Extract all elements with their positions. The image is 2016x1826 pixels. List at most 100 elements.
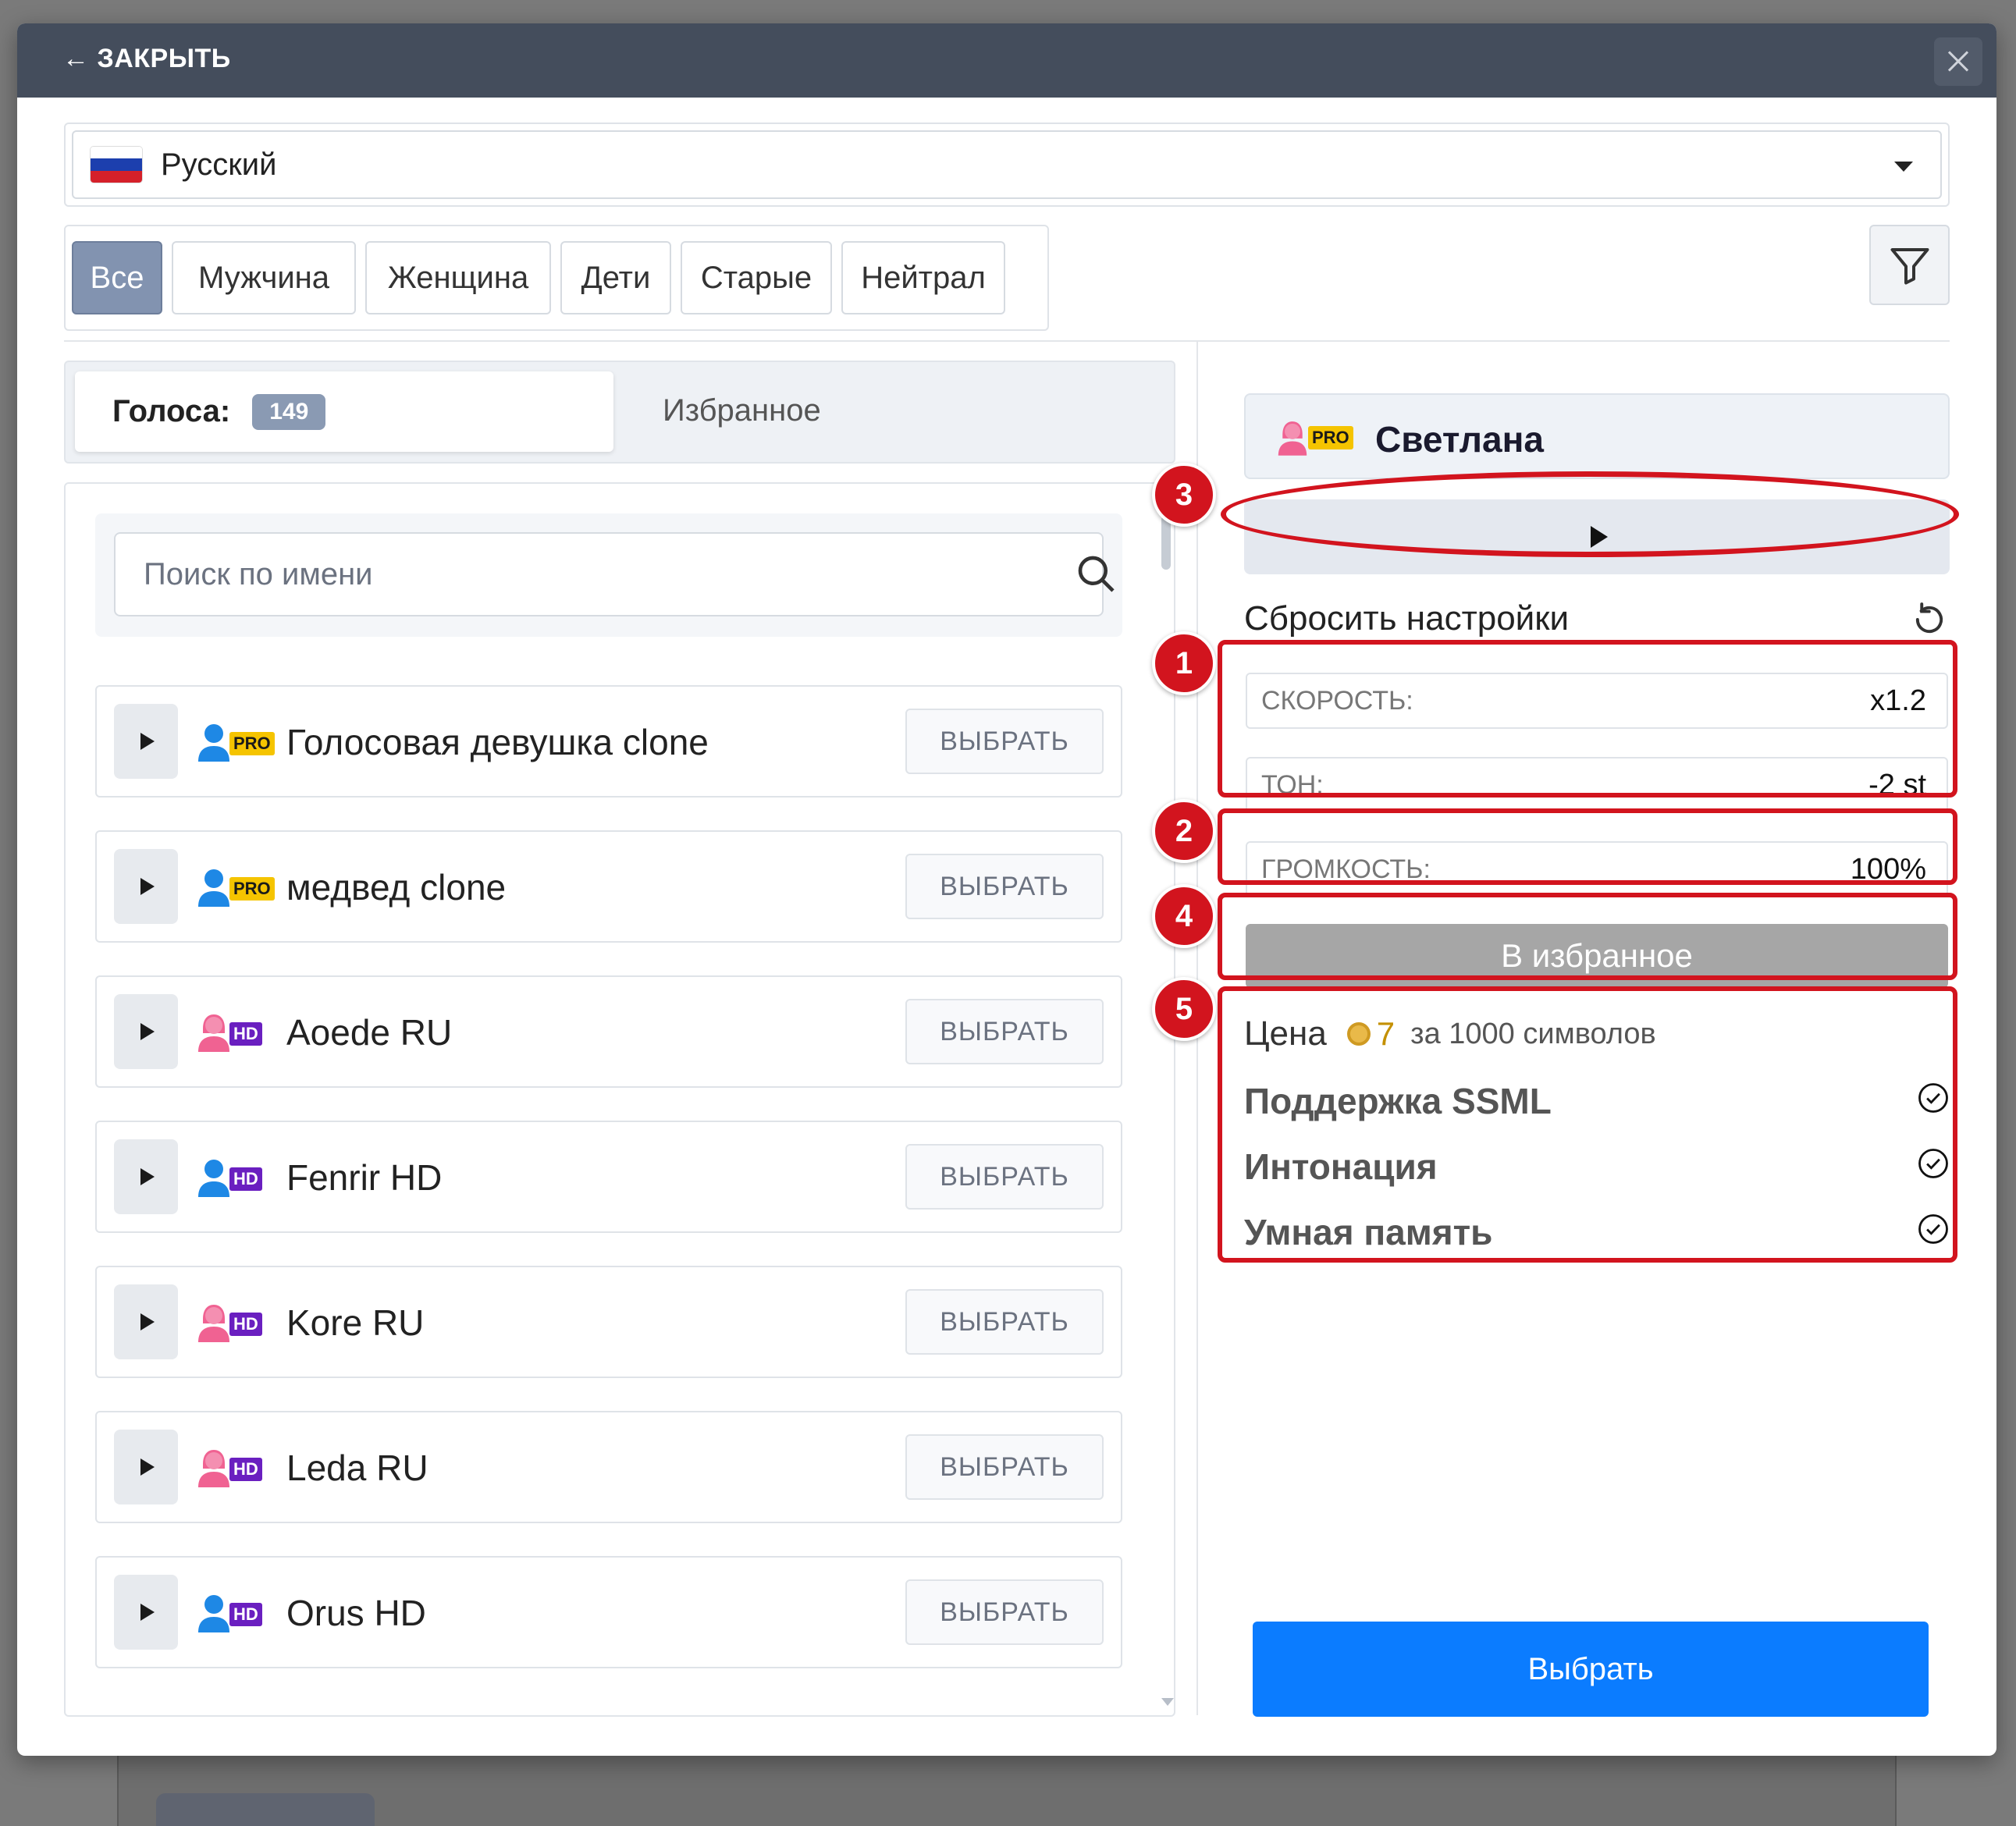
close-link[interactable]: ← ЗАКРЫТЬ bbox=[62, 44, 231, 74]
voice-name: Kore RU bbox=[286, 1302, 425, 1343]
filter-male[interactable]: Мужчина bbox=[172, 241, 356, 314]
choose-voice-button[interactable]: Выбрать bbox=[1253, 1622, 1929, 1717]
female-voice-icon bbox=[198, 1450, 229, 1487]
play-button[interactable] bbox=[114, 1139, 178, 1214]
play-button[interactable] bbox=[114, 1430, 178, 1504]
hd-badge: HD bbox=[229, 1313, 262, 1336]
scroll-down-arrow-icon[interactable] bbox=[1161, 1698, 1174, 1706]
flag-stripe-white bbox=[91, 147, 142, 159]
feature-smart-memory: Умная память bbox=[1244, 1212, 1493, 1252]
play-button[interactable] bbox=[114, 1284, 178, 1359]
annotation-marker-1: 1 bbox=[1152, 631, 1216, 695]
modal-header: ← ЗАКРЫТЬ bbox=[17, 23, 1996, 98]
voice-row[interactable]: HD Orus HD ВЫБРАТЬ bbox=[95, 1556, 1122, 1668]
play-button[interactable] bbox=[114, 704, 178, 779]
voice-picker-modal: ← ЗАКРЫТЬ Русский Все Мужчина Женщина Де… bbox=[17, 23, 1996, 1756]
select-voice-button[interactable]: ВЫБРАТЬ bbox=[905, 1289, 1104, 1355]
voice-name: Голосовая девушка clone bbox=[286, 722, 709, 762]
flag-stripe-blue bbox=[91, 158, 142, 171]
reset-icon[interactable] bbox=[1909, 599, 1950, 640]
pro-badge: PRO bbox=[229, 732, 275, 755]
male-voice-icon bbox=[198, 1595, 229, 1632]
voice-row[interactable]: PRO Голосовая девушка clone ВЫБРАТЬ bbox=[95, 685, 1122, 798]
speed-value: x1.2 bbox=[1870, 684, 1926, 717]
pitch-label: ТОН: bbox=[1261, 769, 1324, 800]
chevron-down-icon bbox=[1894, 162, 1913, 172]
search-input[interactable] bbox=[114, 532, 1104, 616]
male-voice-icon bbox=[198, 724, 229, 762]
background-app bbox=[117, 1748, 1897, 1826]
voice-list-panel: PRO Голосовая девушка clone ВЫБРАТЬ PRO … bbox=[64, 482, 1175, 1717]
filter-female[interactable]: Женщина bbox=[365, 241, 551, 314]
filter-button[interactable] bbox=[1869, 225, 1950, 305]
divider-horizontal bbox=[64, 340, 1950, 342]
voice-name: Leda RU bbox=[286, 1448, 428, 1488]
price-line: Цена 7 за 1000 символов bbox=[1244, 1014, 1656, 1053]
tab-favorites[interactable]: Избранное bbox=[663, 393, 821, 428]
list-scrollbar[interactable] bbox=[1161, 515, 1174, 1706]
preview-play-button[interactable] bbox=[1244, 499, 1950, 574]
speed-label: СКОРОСТЬ: bbox=[1261, 685, 1413, 716]
tab-voices[interactable]: Голоса: 149 bbox=[75, 371, 613, 452]
background-tab bbox=[156, 1793, 375, 1826]
check-circle-icon bbox=[1918, 1149, 1948, 1178]
select-voice-button[interactable]: ВЫБРАТЬ bbox=[905, 999, 1104, 1064]
language-select[interactable]: Русский bbox=[72, 130, 1942, 199]
voice-name: Aoede RU bbox=[286, 1012, 453, 1053]
annotation-marker-3: 3 bbox=[1152, 463, 1216, 527]
speed-field[interactable]: СКОРОСТЬ: x1.2 bbox=[1246, 673, 1948, 729]
voice-row[interactable]: HD Fenrir HD ВЫБРАТЬ bbox=[95, 1121, 1122, 1233]
price-label: Цена bbox=[1244, 1014, 1327, 1053]
pro-badge: PRO bbox=[229, 877, 275, 901]
male-voice-icon bbox=[198, 869, 229, 907]
hd-badge: HD bbox=[229, 1603, 262, 1626]
check-circle-icon bbox=[1918, 1083, 1948, 1113]
voice-row[interactable]: HD Aoede RU ВЫБРАТЬ bbox=[95, 975, 1122, 1088]
play-button[interactable] bbox=[114, 994, 178, 1069]
reset-settings-label[interactable]: Сбросить настройки bbox=[1244, 599, 1569, 638]
coin-icon bbox=[1346, 1022, 1371, 1046]
volume-value: 100% bbox=[1850, 852, 1926, 886]
voices-count-badge: 149 bbox=[252, 393, 326, 430]
select-voice-button[interactable]: ВЫБРАТЬ bbox=[905, 1579, 1104, 1645]
tab-voices-label: Голоса: bbox=[112, 394, 231, 428]
pitch-field[interactable]: ТОН: -2 st bbox=[1246, 757, 1948, 813]
male-voice-icon bbox=[198, 1160, 229, 1197]
funnel-icon bbox=[1890, 247, 1929, 284]
play-button[interactable] bbox=[114, 1575, 178, 1650]
pitch-value: -2 st bbox=[1868, 768, 1926, 801]
volume-field[interactable]: ГРОМКОСТЬ: 100% bbox=[1246, 841, 1948, 897]
voice-row[interactable]: PRO медвед clone ВЫБРАТЬ bbox=[95, 830, 1122, 943]
play-button[interactable] bbox=[114, 849, 178, 924]
selected-voice-name: Светлана bbox=[1375, 419, 1544, 460]
gender-filter-group: Все Мужчина Женщина Дети Старые Нейтрал bbox=[64, 225, 1049, 331]
voice-name: Orus HD bbox=[286, 1593, 426, 1633]
filter-old[interactable]: Старые bbox=[681, 241, 832, 314]
hd-badge: HD bbox=[229, 1458, 262, 1481]
pro-badge: PRO bbox=[1308, 426, 1353, 449]
filter-children[interactable]: Дети bbox=[560, 241, 671, 314]
search-icon[interactable] bbox=[1075, 552, 1118, 596]
check-circle-icon bbox=[1918, 1214, 1948, 1244]
list-tabs: Голоса: 149 Избранное bbox=[64, 361, 1175, 464]
select-voice-button[interactable]: ВЫБРАТЬ bbox=[905, 1434, 1104, 1500]
female-voice-icon bbox=[1278, 421, 1307, 456]
female-voice-icon bbox=[198, 1014, 229, 1052]
feature-ssml: Поддержка SSML bbox=[1244, 1081, 1552, 1121]
close-icon[interactable] bbox=[1934, 37, 1982, 86]
filter-neutral[interactable]: Нейтрал bbox=[841, 241, 1005, 314]
female-voice-icon bbox=[198, 1305, 229, 1342]
language-label: Русский bbox=[161, 147, 277, 182]
play-icon bbox=[140, 1604, 155, 1621]
voice-name: Fenrir HD bbox=[286, 1157, 443, 1198]
select-voice-button[interactable]: ВЫБРАТЬ bbox=[905, 709, 1104, 774]
play-icon bbox=[140, 878, 155, 895]
select-voice-button[interactable]: ВЫБРАТЬ bbox=[905, 854, 1104, 919]
voice-row[interactable]: HD Leda RU ВЫБРАТЬ bbox=[95, 1411, 1122, 1523]
voice-name: медвед clone bbox=[286, 867, 507, 908]
russia-flag-icon bbox=[91, 147, 142, 183]
voice-row[interactable]: HD Kore RU ВЫБРАТЬ bbox=[95, 1266, 1122, 1378]
add-to-favorites-button[interactable]: В избранное bbox=[1246, 924, 1948, 988]
select-voice-button[interactable]: ВЫБРАТЬ bbox=[905, 1144, 1104, 1210]
filter-all[interactable]: Все bbox=[72, 241, 162, 314]
